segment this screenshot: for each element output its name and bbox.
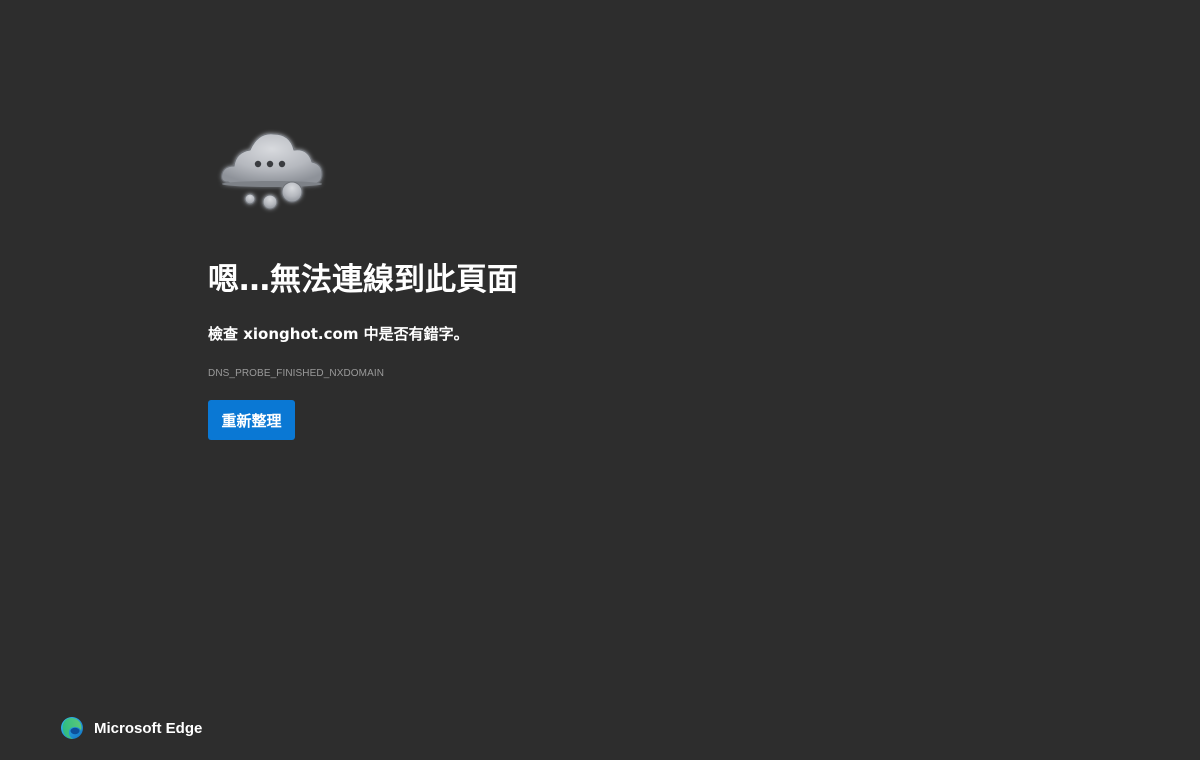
browser-brand: Microsoft Edge	[60, 715, 202, 741]
brand-name: Microsoft Edge	[94, 719, 203, 737]
hint-suffix: 中是否有錯字。	[358, 325, 469, 343]
hint-prefix: 檢查	[208, 325, 244, 343]
error-code: DNS_PROBE_FINISHED_NXDOMAIN	[208, 368, 385, 379]
edge-logo-icon	[61, 717, 83, 739]
refresh-button[interactable]: 重新整理	[208, 400, 295, 440]
hint-domain: xionghot.com	[243, 325, 359, 343]
error-page: 嗯…無法連線到此頁面 檢查 xionghot.com 中是否有錯字。 DNS_P…	[0, 0, 1200, 760]
cloud-thinking-icon	[221, 133, 323, 210]
error-title: 嗯…無法連線到此頁面	[208, 262, 518, 298]
typo-hint: 檢查 xionghot.com 中是否有錯字。	[208, 322, 469, 346]
